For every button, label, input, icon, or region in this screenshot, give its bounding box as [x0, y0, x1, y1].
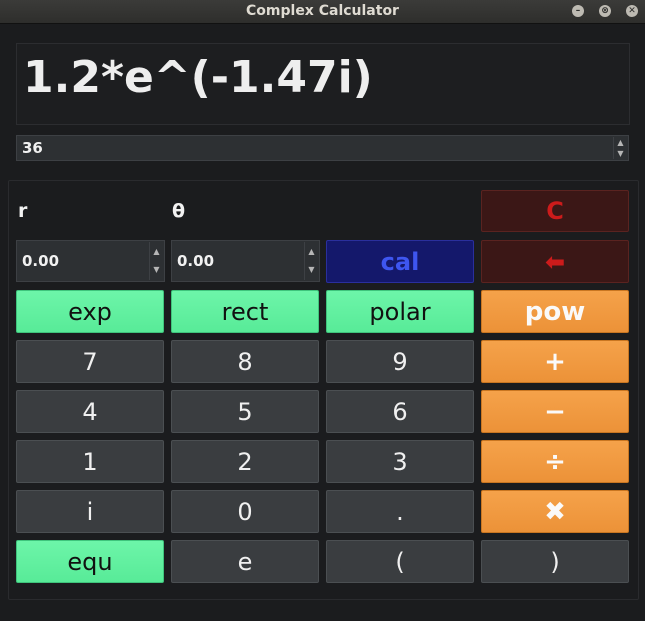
- expression-text: 1.2*e^(-1.47i): [23, 52, 373, 103]
- expression-display[interactable]: 1.2*e^(-1.47i): [16, 43, 630, 125]
- theta-spin-arrows[interactable]: ▲ ▼: [304, 242, 318, 280]
- polar-button[interactable]: polar: [326, 290, 474, 333]
- spin-down-icon[interactable]: ▼: [305, 261, 318, 280]
- backspace-button[interactable]: ⬅: [481, 240, 629, 283]
- digit-8-button[interactable]: 8: [171, 340, 319, 383]
- clear-button[interactable]: C: [481, 190, 629, 232]
- digit-6-button[interactable]: 6: [326, 390, 474, 433]
- spin-down-icon[interactable]: ▼: [150, 261, 163, 280]
- rect-button[interactable]: rect: [171, 290, 319, 333]
- r-spinbox[interactable]: 0.00 ▲ ▼: [16, 240, 165, 282]
- pow-button[interactable]: pow: [481, 290, 629, 333]
- spin-up-icon[interactable]: ▲: [614, 137, 627, 148]
- precision-spin-arrows[interactable]: ▲ ▼: [613, 137, 627, 159]
- spin-up-icon[interactable]: ▲: [305, 242, 318, 261]
- left-paren-button[interactable]: (: [326, 540, 474, 583]
- title-bar: Complex Calculator – ⊗ ✕: [0, 0, 645, 24]
- minus-button[interactable]: −: [481, 390, 629, 433]
- digit-7-button[interactable]: 7: [16, 340, 164, 383]
- exp-button[interactable]: exp: [16, 290, 164, 333]
- cal-button[interactable]: cal: [326, 240, 474, 283]
- window-title: Complex Calculator: [246, 3, 399, 19]
- digit-4-button[interactable]: 4: [16, 390, 164, 433]
- digit-1-button[interactable]: 1: [16, 440, 164, 483]
- digit-9-button[interactable]: 9: [326, 340, 474, 383]
- theta-spinbox[interactable]: 0.00 ▲ ▼: [171, 240, 320, 282]
- digit-3-button[interactable]: 3: [326, 440, 474, 483]
- digit-5-button[interactable]: 5: [171, 390, 319, 433]
- right-paren-button[interactable]: ): [481, 540, 629, 583]
- r-spin-arrows[interactable]: ▲ ▼: [149, 242, 163, 280]
- multiply-button[interactable]: ✖: [481, 490, 629, 533]
- digit-0-button[interactable]: 0: [171, 490, 319, 533]
- spin-up-icon[interactable]: ▲: [150, 242, 163, 261]
- euler-e-button[interactable]: e: [171, 540, 319, 583]
- theta-value: 0.00: [177, 252, 215, 270]
- r-value: 0.00: [22, 252, 60, 270]
- plus-button[interactable]: +: [481, 340, 629, 383]
- spin-down-icon[interactable]: ▼: [614, 148, 627, 159]
- digit-2-button[interactable]: 2: [171, 440, 319, 483]
- r-label: r: [18, 200, 28, 222]
- imaginary-i-button[interactable]: i: [16, 490, 164, 533]
- theta-label: θ: [172, 200, 186, 222]
- decimal-point-button[interactable]: .: [326, 490, 474, 533]
- precision-value: 36: [22, 139, 43, 157]
- divide-button[interactable]: ÷: [481, 440, 629, 483]
- close-icon[interactable]: ✕: [626, 5, 638, 17]
- precision-spinbox[interactable]: 36 ▲ ▼: [16, 135, 629, 161]
- maximize-icon[interactable]: ⊗: [599, 5, 611, 17]
- equ-button[interactable]: equ: [16, 540, 164, 583]
- minimize-icon[interactable]: –: [572, 5, 584, 17]
